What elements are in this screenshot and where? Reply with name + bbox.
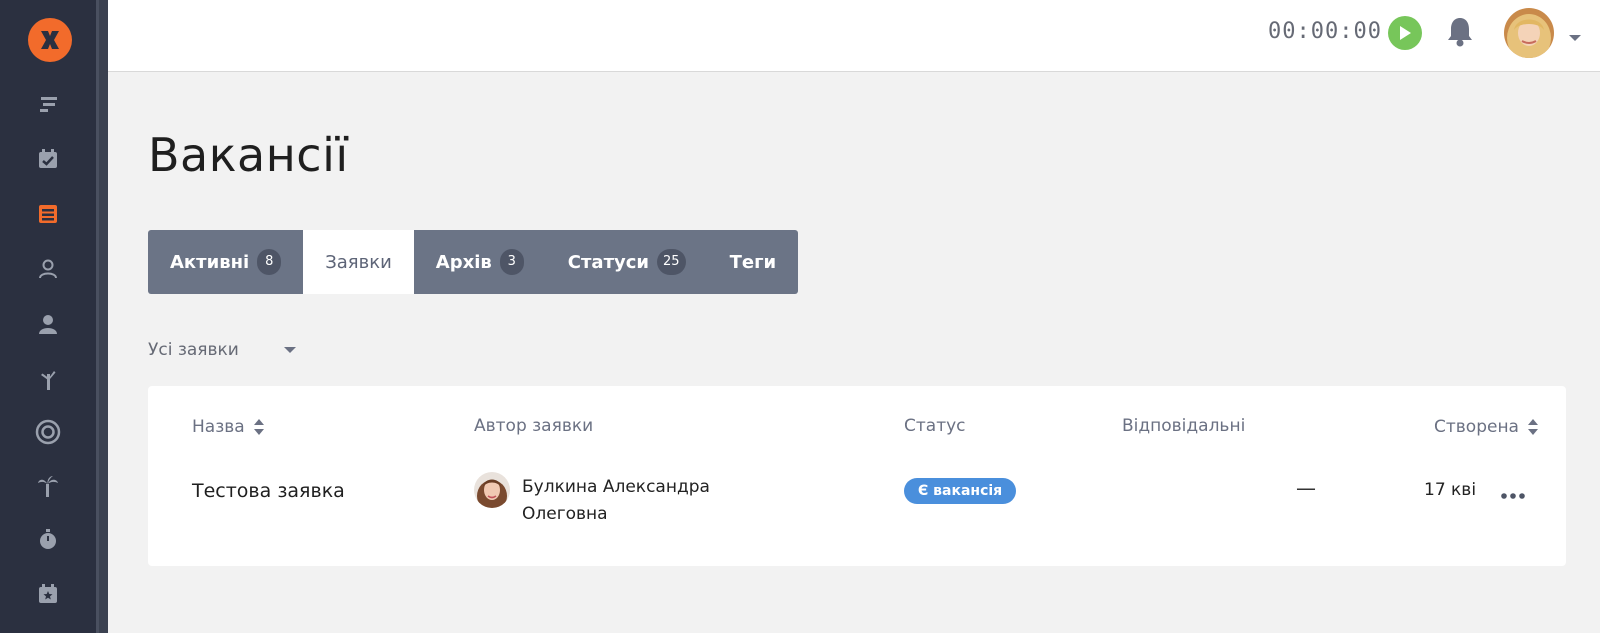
requests-filter-select[interactable]: Усі заявки [148, 336, 304, 364]
column-header-status: Статус [904, 416, 966, 436]
header-label: Відповідальні [1122, 416, 1246, 436]
header-label: Назва [192, 417, 245, 437]
chevron-down-icon [284, 347, 296, 353]
sidebar-item-candidates[interactable] [34, 255, 62, 283]
sidebar-item-vacations[interactable] [34, 472, 62, 500]
column-header-name[interactable]: Назва [192, 416, 265, 438]
notifications-button[interactable] [1446, 16, 1474, 48]
author-avatar [474, 472, 510, 508]
user-outline-icon [39, 259, 57, 279]
more-horizontal-icon [1501, 493, 1525, 499]
sidebar-item-dashboard[interactable] [34, 90, 62, 118]
bars-icon [40, 97, 57, 112]
responsible-value: — [1296, 476, 1316, 500]
app-logo[interactable] [28, 18, 72, 62]
sort-icon[interactable] [253, 416, 265, 438]
sidebar-item-goals[interactable] [34, 418, 62, 446]
table-row[interactable]: Тестова заявка Булкина Александра Олегов… [148, 464, 1566, 556]
tab-bar: Активні 8 Заявки Архів 3 Статуси 25 Теги [148, 230, 799, 294]
tab-count-badge: 8 [257, 249, 282, 275]
tab-label: Активні [170, 251, 250, 273]
header-label: Автор заявки [474, 416, 594, 436]
header-label: Статус [904, 416, 966, 436]
timer-display: 00:00:00 [1268, 19, 1382, 44]
tab-count-badge: 25 [657, 249, 686, 275]
header-label: Створена [1434, 417, 1519, 437]
stopwatch-icon [40, 529, 56, 549]
tab-count-badge: 3 [499, 249, 524, 275]
tab-archive[interactable]: Архів 3 [414, 230, 546, 294]
column-header-created[interactable]: Створена [1434, 416, 1539, 438]
tab-active[interactable]: Активні 8 [148, 230, 303, 294]
tab-requests[interactable]: Заявки [303, 230, 414, 294]
user-icon [39, 315, 57, 334]
user-menu-caret-icon[interactable] [1568, 28, 1582, 41]
vacancies-icon [39, 205, 57, 223]
tab-label: Заявки [325, 251, 392, 273]
timer-start-button[interactable] [1388, 16, 1422, 50]
sidebar-divider [96, 0, 108, 633]
play-icon [1400, 26, 1411, 40]
tab-statuses[interactable]: Статуси 25 [546, 230, 708, 294]
request-title-link[interactable]: Тестова заявка [192, 480, 345, 502]
sidebar-item-timetracking[interactable] [34, 525, 62, 553]
created-date: 17 кві [1424, 480, 1477, 500]
tab-label: Теги [729, 251, 777, 273]
sidebar [0, 0, 96, 633]
user-avatar[interactable] [1504, 8, 1554, 58]
column-header-author: Автор заявки [474, 416, 593, 436]
author-name: Булкина Александра Олеговна [522, 477, 710, 524]
page-title: Вакансії [148, 128, 349, 182]
target-icon [35, 419, 61, 445]
column-header-responsible: Відповідальні [1122, 416, 1245, 436]
avatar-image [474, 472, 510, 508]
avatar-image [1504, 8, 1554, 58]
sort-icon[interactable] [1527, 416, 1539, 438]
tree-icon [41, 371, 56, 390]
sidebar-item-vacancies[interactable] [34, 200, 62, 228]
logo-icon [41, 31, 59, 49]
tab-label: Статуси [567, 251, 650, 273]
sidebar-item-employees[interactable] [34, 310, 62, 338]
tab-tags[interactable]: Теги [708, 230, 799, 294]
calendar-star-icon [39, 584, 57, 603]
tab-label: Архів [435, 251, 492, 273]
requests-table: Назва Автор заявки Статус Відповідальні … [148, 386, 1566, 566]
bell-icon [1448, 18, 1472, 47]
sidebar-item-tasks[interactable] [34, 145, 62, 173]
filter-selected-value: Усі заявки [148, 340, 239, 360]
row-actions-button[interactable] [1500, 486, 1526, 499]
calendar-check-icon [39, 149, 57, 168]
status-badge: Є вакансія [904, 478, 1017, 504]
palm-tree-icon [38, 476, 58, 497]
sidebar-item-structure[interactable] [34, 365, 62, 393]
sidebar-item-events[interactable] [34, 580, 62, 608]
